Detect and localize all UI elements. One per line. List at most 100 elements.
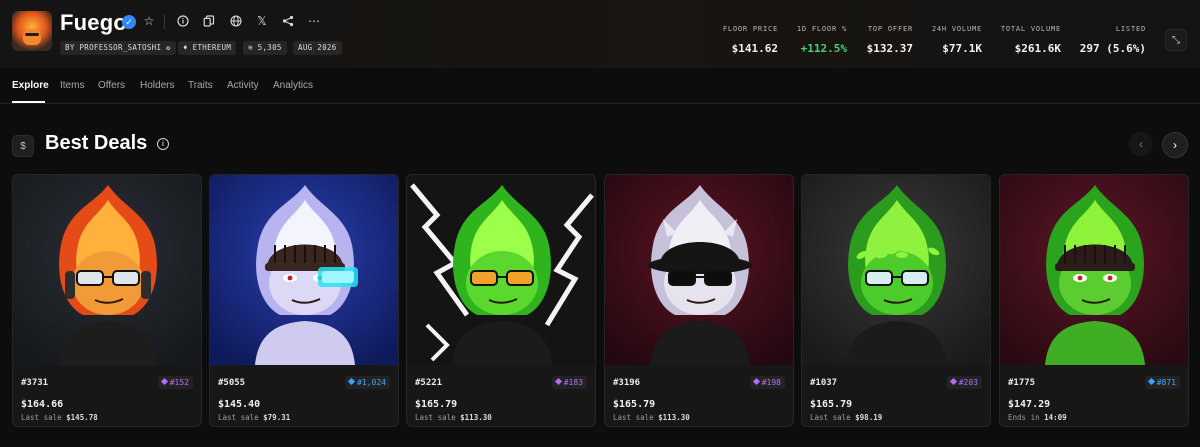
token-id: #5221 — [415, 378, 443, 388]
verified-small-icon: ✪ — [166, 44, 171, 52]
rarity-gem-icon — [160, 377, 168, 386]
rarity-rank-badge: #1,024 — [345, 376, 390, 389]
tab-activity[interactable]: Activity — [227, 80, 259, 91]
stat-value: $141.62 — [731, 42, 778, 55]
stat-label: TOP OFFER — [867, 25, 913, 33]
rarity-rank: #183 — [563, 378, 583, 387]
tab-traits[interactable]: Traits — [188, 80, 213, 91]
carousel-next-button[interactable]: › — [1162, 132, 1188, 158]
rarity-rank: #871 — [1156, 378, 1176, 387]
sub-label: Last sale — [810, 413, 851, 422]
nft-image[interactable] — [210, 175, 398, 365]
last-sale-line: Last sale $113.30 — [613, 413, 690, 422]
sub-value: $98.19 — [855, 413, 883, 422]
listing-price: $145.40 — [218, 399, 261, 410]
sub-label: Last sale — [21, 413, 62, 422]
dollar-icon: $ — [12, 135, 34, 157]
chevron-left-icon: ‹ — [1139, 137, 1143, 151]
star-icon[interactable]: ☆ — [141, 13, 157, 29]
sub-value: $145.78 — [66, 413, 98, 422]
copy-icon[interactable] — [201, 13, 217, 29]
token-id: #3731 — [21, 378, 49, 388]
stat-top-offer: TOP OFFER $132.37 — [860, 25, 913, 55]
nft-card[interactable]: #3731 #152 $164.66 Last sale $145.78 — [12, 174, 202, 427]
token-id: #5055 — [218, 378, 246, 388]
collection-tabs: Explore Items Offers Holders Traits Acti… — [0, 68, 1200, 104]
rarity-gem-icon — [348, 377, 356, 386]
rarity-rank: #1,024 — [357, 378, 386, 387]
rarity-rank-badge: #871 — [1144, 376, 1180, 389]
nft-image[interactable] — [13, 175, 201, 365]
stat-label: LISTED — [1115, 25, 1146, 33]
stat-1d-floor-change: 1D FLOOR % +112.5% — [790, 25, 847, 55]
date-pill: AUG 2026 — [293, 41, 342, 55]
tab-items[interactable]: Items — [60, 80, 84, 91]
supply-pill: ≋ 5,305 — [243, 41, 287, 55]
nft-card[interactable]: #5221 #183 $165.79 Last sale $113.30 — [406, 174, 596, 427]
nft-card[interactable]: #5055 #1,024 $145.40 Last sale $79.31 — [209, 174, 399, 427]
stat-24h-volume: 24H VOLUME $77.1K — [926, 25, 982, 55]
stat-label: FLOOR PRICE — [722, 25, 778, 33]
rarity-rank-badge: #152 — [157, 376, 193, 389]
globe-icon[interactable] — [228, 13, 244, 29]
listing-price: $164.66 — [21, 399, 64, 410]
collapse-stats-button[interactable]: ⤡ — [1165, 29, 1187, 51]
avatar-face — [23, 29, 41, 45]
sub-value: $79.31 — [263, 413, 291, 422]
token-id: #1037 — [810, 378, 838, 388]
sub-value: $113.30 — [460, 413, 492, 422]
sub-label: Last sale — [415, 413, 456, 422]
creator-pill[interactable]: BY PROFESSOR_SATOSHI ✪ — [60, 41, 176, 55]
collection-avatar[interactable] — [12, 11, 52, 51]
rarity-gem-icon — [554, 377, 562, 386]
creator-label: BY PROFESSOR_SATOSHI — [65, 43, 162, 52]
nft-image[interactable] — [802, 175, 990, 365]
rarity-rank: #203 — [958, 378, 978, 387]
last-sale-line: Last sale $79.31 — [218, 413, 290, 422]
listing-price: $165.79 — [415, 399, 458, 410]
info-icon[interactable] — [175, 13, 191, 29]
tab-analytics[interactable]: Analytics — [273, 80, 313, 91]
stat-value: 297 (5.6%) — [1079, 42, 1146, 55]
nft-image[interactable] — [1000, 175, 1188, 365]
stat-total-volume: TOTAL VOLUME $261.6K — [996, 25, 1061, 55]
stat-value: $77.1K — [942, 42, 982, 55]
x-twitter-icon[interactable]: 𝕏 — [254, 13, 270, 29]
nft-card[interactable]: #3196 #198 $165.79 Last sale $113.30 — [604, 174, 794, 427]
tab-holders[interactable]: Holders — [140, 80, 174, 91]
sub-value: 14:09 — [1044, 413, 1067, 422]
stat-label: 1D FLOOR % — [796, 25, 847, 33]
nft-card[interactable]: #1775 #871 $147.29 Ends in 14:09 — [999, 174, 1189, 427]
collapse-arrows-icon: ⤡ — [1172, 34, 1180, 46]
rarity-gem-icon — [752, 377, 760, 386]
chain-label: ETHEREUM — [192, 43, 232, 52]
section-info-icon[interactable]: i — [157, 138, 169, 150]
rarity-gem-icon — [1147, 377, 1155, 386]
nft-card[interactable]: #1037 #203 $165.79 Last sale $98.19 — [801, 174, 991, 427]
last-sale-line: Last sale $145.78 — [21, 413, 98, 422]
rarity-rank-badge: #198 — [749, 376, 785, 389]
nft-image[interactable] — [407, 175, 595, 365]
tab-offers[interactable]: Offers — [98, 80, 125, 91]
collection-name: Fuego — [60, 10, 127, 35]
ethereum-icon: ♦ — [183, 43, 188, 52]
token-id: #1775 — [1008, 378, 1036, 388]
verified-badge-icon: ✓ — [122, 15, 136, 29]
sub-label: Ends in — [1008, 413, 1040, 422]
chain-pill: ♦ ETHEREUM — [178, 41, 237, 55]
tab-explore[interactable]: Explore — [12, 80, 49, 91]
active-tab-indicator — [12, 101, 45, 103]
stat-listed: LISTED 297 (5.6%) — [1078, 25, 1146, 55]
rarity-rank-badge: #183 — [551, 376, 587, 389]
more-options-icon[interactable]: ⋯ — [306, 13, 322, 29]
listing-price: $165.79 — [810, 399, 853, 410]
avatar-eyes — [25, 33, 39, 36]
rarity-gem-icon — [949, 377, 957, 386]
token-id: #3196 — [613, 378, 641, 388]
carousel-prev-button[interactable]: ‹ — [1129, 132, 1153, 156]
share-icon[interactable] — [280, 13, 296, 29]
nft-image[interactable] — [605, 175, 793, 365]
rarity-rank: #152 — [169, 378, 189, 387]
collection-header: Fuego ✓ ☆ 𝕏 ⋯ BY PROFESSOR_SATOSHI ✪ ♦ E… — [0, 0, 1200, 68]
stat-value: $132.37 — [866, 42, 913, 55]
